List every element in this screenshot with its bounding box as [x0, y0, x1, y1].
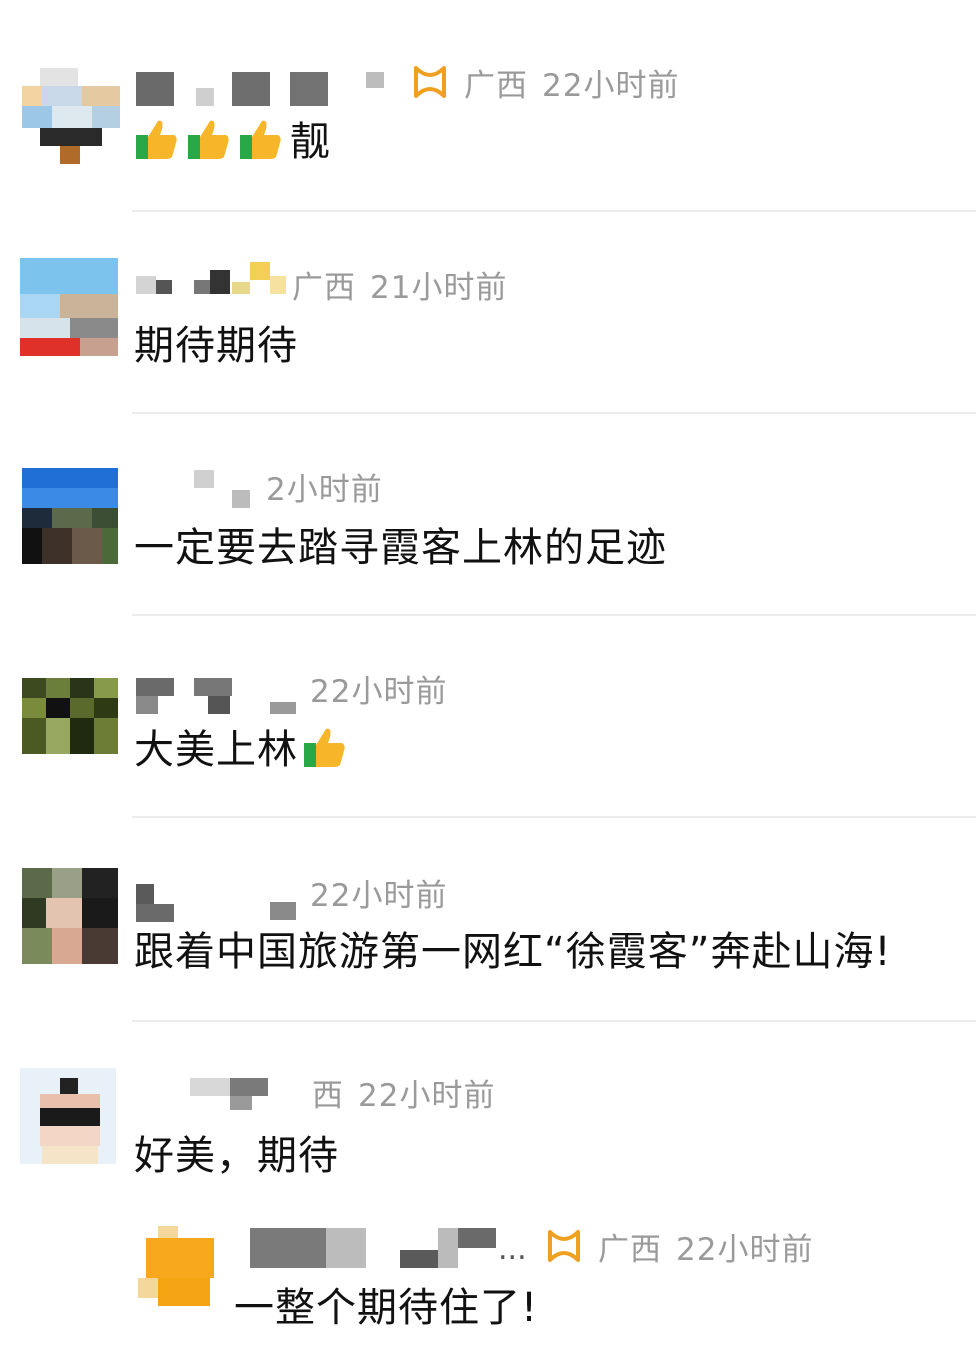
comment-meta: 22小时前 [310, 870, 447, 914]
comment-text-content: 好美，期待 [134, 1133, 339, 1179]
nickname-redacted[interactable] [136, 70, 396, 110]
fan-badge-icon [414, 66, 446, 98]
comment-location: 广西 [598, 1231, 662, 1268]
comment-text-content: 一定要去踏寻霞客上林的足迹 [134, 525, 667, 571]
reply-item: ... 广西 22小时前 一整个期待住了! [0, 1202, 976, 1361]
comment-text: 靓 [134, 112, 331, 165]
comment-text: 一定要去踏寻霞客上林的足迹 [134, 518, 667, 571]
avatar[interactable] [22, 468, 118, 564]
avatar[interactable] [22, 68, 120, 166]
comment-text: 跟着中国旅游第一网红“徐霞客”奔赴山海! [134, 922, 892, 975]
nickname-ellipsis: ... [498, 1232, 527, 1267]
comment-text-content: 一整个期待住了! [234, 1285, 539, 1331]
comment-location: 西 [312, 1077, 344, 1114]
comment-meta: 广西 21小时前 [292, 262, 507, 306]
nickname-redacted[interactable] [136, 258, 286, 298]
comment-item: 广西 21小时前 期待期待 [0, 212, 976, 414]
comment-text: 一整个期待住了! [234, 1278, 539, 1331]
comment-item: 广西 22小时前 靓 [0, 0, 976, 212]
comment-text: 大美上林 [134, 720, 354, 773]
comment-meta: 广西 22小时前 [410, 60, 679, 104]
nickname-redacted[interactable] [136, 884, 300, 924]
comment-time: 21小时前 [370, 269, 508, 306]
comment-location: 广西 [292, 269, 356, 306]
avatar[interactable] [22, 868, 118, 964]
comment-meta: 2小时前 [266, 464, 383, 508]
comment-item: 22小时前 跟着中国旅游第一网红“徐霞客”奔赴山海! [0, 818, 976, 1022]
comment-text-content: 期待期待 [134, 323, 298, 369]
comment-text-content: 靓 [290, 119, 331, 165]
comment-meta: 22小时前 [310, 666, 447, 710]
comment-time: 22小时前 [358, 1077, 496, 1114]
comment-item: 西 22小时前 好美，期待 [0, 1022, 976, 1202]
comment-time: 22小时前 [676, 1231, 814, 1268]
thumbs-up-icon [240, 120, 281, 159]
comment-location: 广西 [464, 67, 528, 104]
avatar[interactable] [138, 1226, 214, 1306]
avatar[interactable] [20, 1068, 116, 1164]
thumbs-up-icon [304, 728, 345, 767]
nickname-redacted[interactable] [250, 1228, 500, 1268]
nickname-redacted[interactable] [136, 678, 300, 718]
comment-item: 2小时前 一定要去踏寻霞客上林的足迹 [0, 414, 976, 616]
fan-badge-icon [548, 1230, 580, 1262]
comment-meta: 西 22小时前 [312, 1070, 495, 1114]
nickname-redacted[interactable] [190, 468, 262, 508]
avatar[interactable] [22, 678, 118, 754]
thumbs-up-icon [188, 120, 229, 159]
comment-time: 22小时前 [310, 673, 448, 710]
comment-text-content: 跟着中国旅游第一网红“徐霞客”奔赴山海! [134, 929, 892, 975]
comment-time: 2小时前 [266, 471, 383, 508]
comment-text-content: 大美上林 [134, 727, 298, 773]
comment-text: 期待期待 [134, 316, 298, 369]
comment-time: 22小时前 [310, 877, 448, 914]
comment-item: 22小时前 大美上林 [0, 616, 976, 818]
nickname-redacted[interactable] [190, 1078, 286, 1118]
comment-text: 好美，期待 [134, 1126, 339, 1179]
thumbs-up-icon [136, 120, 177, 159]
comment-meta: 广西 22小时前 [544, 1224, 813, 1268]
avatar[interactable] [20, 258, 118, 356]
comment-time: 22小时前 [542, 67, 680, 104]
